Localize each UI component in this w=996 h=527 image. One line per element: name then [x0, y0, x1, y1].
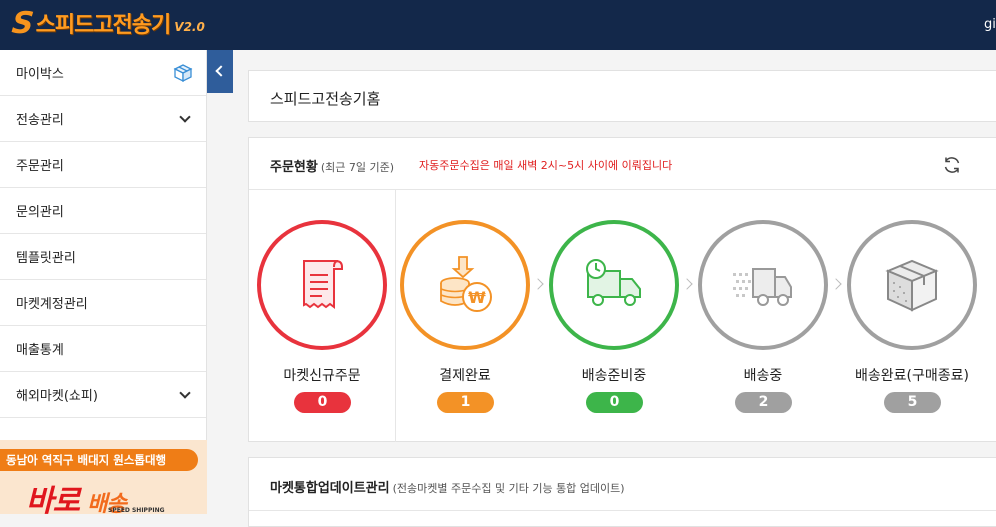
top-bar: S 스피드고전송기 V2.0 gi: [0, 0, 996, 50]
chevron-down-icon: [179, 386, 191, 399]
market-update-panel: 마켓통합업데이트관리 (전송마켓별 주문수집 및 기타 기능 통합 업데이트): [248, 457, 996, 527]
sidebar-item-label: 매출통계: [16, 343, 64, 358]
sidebar-item-orders[interactable]: 주문관리: [0, 142, 206, 188]
sidebar-item-label: 템플릿관리: [16, 251, 76, 266]
arrow-right-icon: [532, 278, 544, 290]
arrow-right-icon: [681, 278, 693, 290]
market-update-subtitle: (전송마켓별 주문수집 및 기타 기능 통합 업데이트): [392, 482, 625, 495]
sidebar-item-mybox[interactable]: 마이박스: [0, 50, 206, 96]
box-icon: [173, 63, 193, 82]
arrow-right-icon: [830, 278, 842, 290]
step-label: 배송완료(구매종료): [855, 368, 969, 384]
step-preparing-shipment[interactable]: [549, 220, 679, 350]
sidebar-item-templates[interactable]: 템플릿관리: [0, 234, 206, 280]
sidebar-item-label: 마이박스: [16, 67, 64, 82]
won-coin-icon: ₩: [440, 256, 492, 312]
banner-subtitle: SPEED SHIPPING: [108, 507, 165, 514]
banner-headline: 동남아 역직구 배대지 원스톱대행: [0, 449, 198, 471]
refresh-icon[interactable]: [942, 155, 962, 175]
receipt-icon: [303, 260, 343, 309]
banner-title-1: 바로: [26, 484, 80, 514]
sidebar-item-overseas-market[interactable]: 해외마켓(쇼피): [0, 372, 206, 418]
chevron-down-icon: [179, 110, 191, 123]
page-title-panel: 스피드고전송기홈: [248, 70, 996, 122]
user-name[interactable]: gi: [984, 17, 996, 32]
chevron-left-icon: [215, 65, 227, 77]
logo-s: S: [10, 5, 36, 41]
sidebar-item-label: 주문관리: [16, 159, 64, 174]
app-logo[interactable]: S 스피드고전송기 V2.0: [10, 5, 205, 41]
step-count-badge[interactable]: 0: [586, 392, 643, 413]
step-count-badge[interactable]: 5: [884, 392, 941, 413]
logo-text: 스피드고전송기: [35, 13, 172, 38]
step-count-badge[interactable]: 2: [735, 392, 792, 413]
market-update-title-text: 마켓통합업데이트관리: [270, 481, 390, 496]
package-icon: [885, 259, 939, 312]
step-in-transit[interactable]: [698, 220, 828, 350]
sidebar-item-market-accounts[interactable]: 마켓계정관리: [0, 280, 206, 326]
step-label: 결제완료: [439, 368, 491, 384]
market-update-title: 마켓통합업데이트관리 (전송마켓별 주문수집 및 기타 기능 통합 업데이트): [270, 477, 625, 496]
sidebar-item-label: 해외마켓(쇼피): [16, 389, 98, 404]
sidebar-item-transfer[interactable]: 전송관리: [0, 96, 206, 142]
sidebar-collapse-button[interactable]: [207, 50, 233, 93]
step-label: 마켓신규주문: [283, 368, 361, 384]
svg-text:₩: ₩: [468, 288, 486, 307]
step-count-badge[interactable]: 0: [294, 392, 351, 413]
sidebar: 마이박스 전송관리 주문관리 문의관리 템플릿관리 마켓계정관리 매출통계 해외…: [0, 50, 207, 514]
sidebar-item-label: 마켓계정관리: [16, 297, 88, 312]
order-status-title-text: 주문현황: [270, 160, 318, 175]
market-update-divider: [249, 510, 996, 511]
order-status-title: 주문현황 (최근 7일 기준): [270, 156, 394, 175]
step-new-order[interactable]: [257, 220, 387, 350]
order-status-subtitle: (최근 7일 기준): [320, 161, 395, 174]
promo-banner[interactable]: 동남아 역직구 배대지 원스톱대행 바로 배송 SPEED SHIPPING: [0, 440, 207, 514]
sidebar-item-sales-stats[interactable]: 매출통계: [0, 326, 206, 372]
sidebar-item-label: 문의관리: [16, 205, 64, 220]
order-status-header: 주문현황 (최근 7일 기준) 자동주문수집은 매일 새벽 2시~5시 사이에 이…: [249, 138, 996, 190]
status-divider: [395, 190, 396, 442]
order-status-panel: 주문현황 (최근 7일 기준) 자동주문수집은 매일 새벽 2시~5시 사이에 이…: [248, 137, 996, 442]
step-delivered[interactable]: [847, 220, 977, 350]
logo-version: V2.0: [174, 20, 205, 34]
step-payment-complete[interactable]: ₩: [400, 220, 530, 350]
moving-truck-icon: [733, 268, 792, 306]
page-title: 스피드고전송기홈: [270, 90, 381, 108]
step-count-badge[interactable]: 1: [437, 392, 494, 413]
order-status-notice: 자동주문수집은 매일 새벽 2시~5시 사이에 이뤄집니다: [419, 159, 673, 172]
truck-clock-icon: [586, 259, 641, 306]
sidebar-item-label: 전송관리: [16, 113, 64, 128]
step-label: 배송중: [743, 368, 783, 384]
sidebar-item-inquiries[interactable]: 문의관리: [0, 188, 206, 234]
step-label: 배송준비중: [581, 368, 647, 384]
